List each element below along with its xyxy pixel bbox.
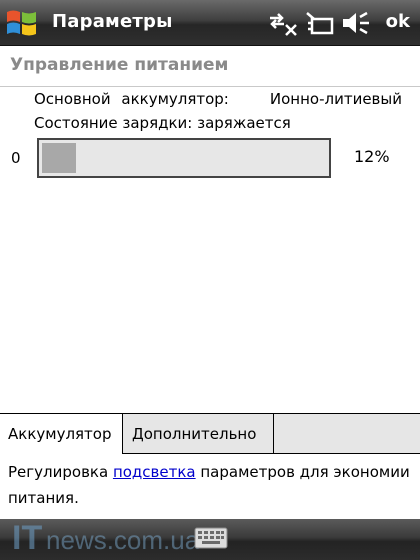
svg-text:news.com.ua: news.com.ua (46, 525, 200, 555)
battery-percent: 12% (354, 147, 390, 166)
windows-start-icon[interactable] (4, 6, 40, 40)
help-text-before: Регулировка (8, 463, 113, 481)
scale-min-label: 0 (11, 149, 21, 167)
svg-text:IT: IT (12, 519, 42, 557)
tab-bar: Аккумулятор Дополнительно (0, 413, 420, 454)
charging-status: Состояние зарядки: заряжается (34, 114, 291, 132)
battery-level-fill (42, 143, 76, 173)
tab-advanced[interactable]: Дополнительно (123, 414, 274, 454)
battery-level-bar (37, 138, 331, 178)
tab-bar-filler (274, 414, 420, 454)
keyboard-icon[interactable] (194, 526, 228, 550)
tab-battery[interactable]: Аккумулятор (0, 414, 123, 454)
bottom-bar: IT news.com.ua (0, 519, 420, 560)
main-battery-type: Ионно-литиевый (269, 90, 402, 108)
charging-icon[interactable] (304, 9, 336, 37)
help-text: Регулировка подсветка параметров для эко… (8, 459, 412, 511)
page-title: Управление питанием (10, 55, 229, 75)
main-battery-label: Основной аккумулятор: (34, 90, 229, 108)
page-header: Управление питанием (0, 47, 420, 87)
window-title: Параметры (52, 11, 173, 32)
ok-button[interactable]: ok (386, 11, 410, 32)
backlight-link[interactable]: подсветка (113, 463, 196, 481)
connectivity-icon[interactable] (266, 9, 300, 37)
title-bar: Параметры ok (0, 0, 420, 46)
volume-icon[interactable] (340, 9, 372, 37)
watermark-logo: IT news.com.ua (12, 519, 200, 557)
